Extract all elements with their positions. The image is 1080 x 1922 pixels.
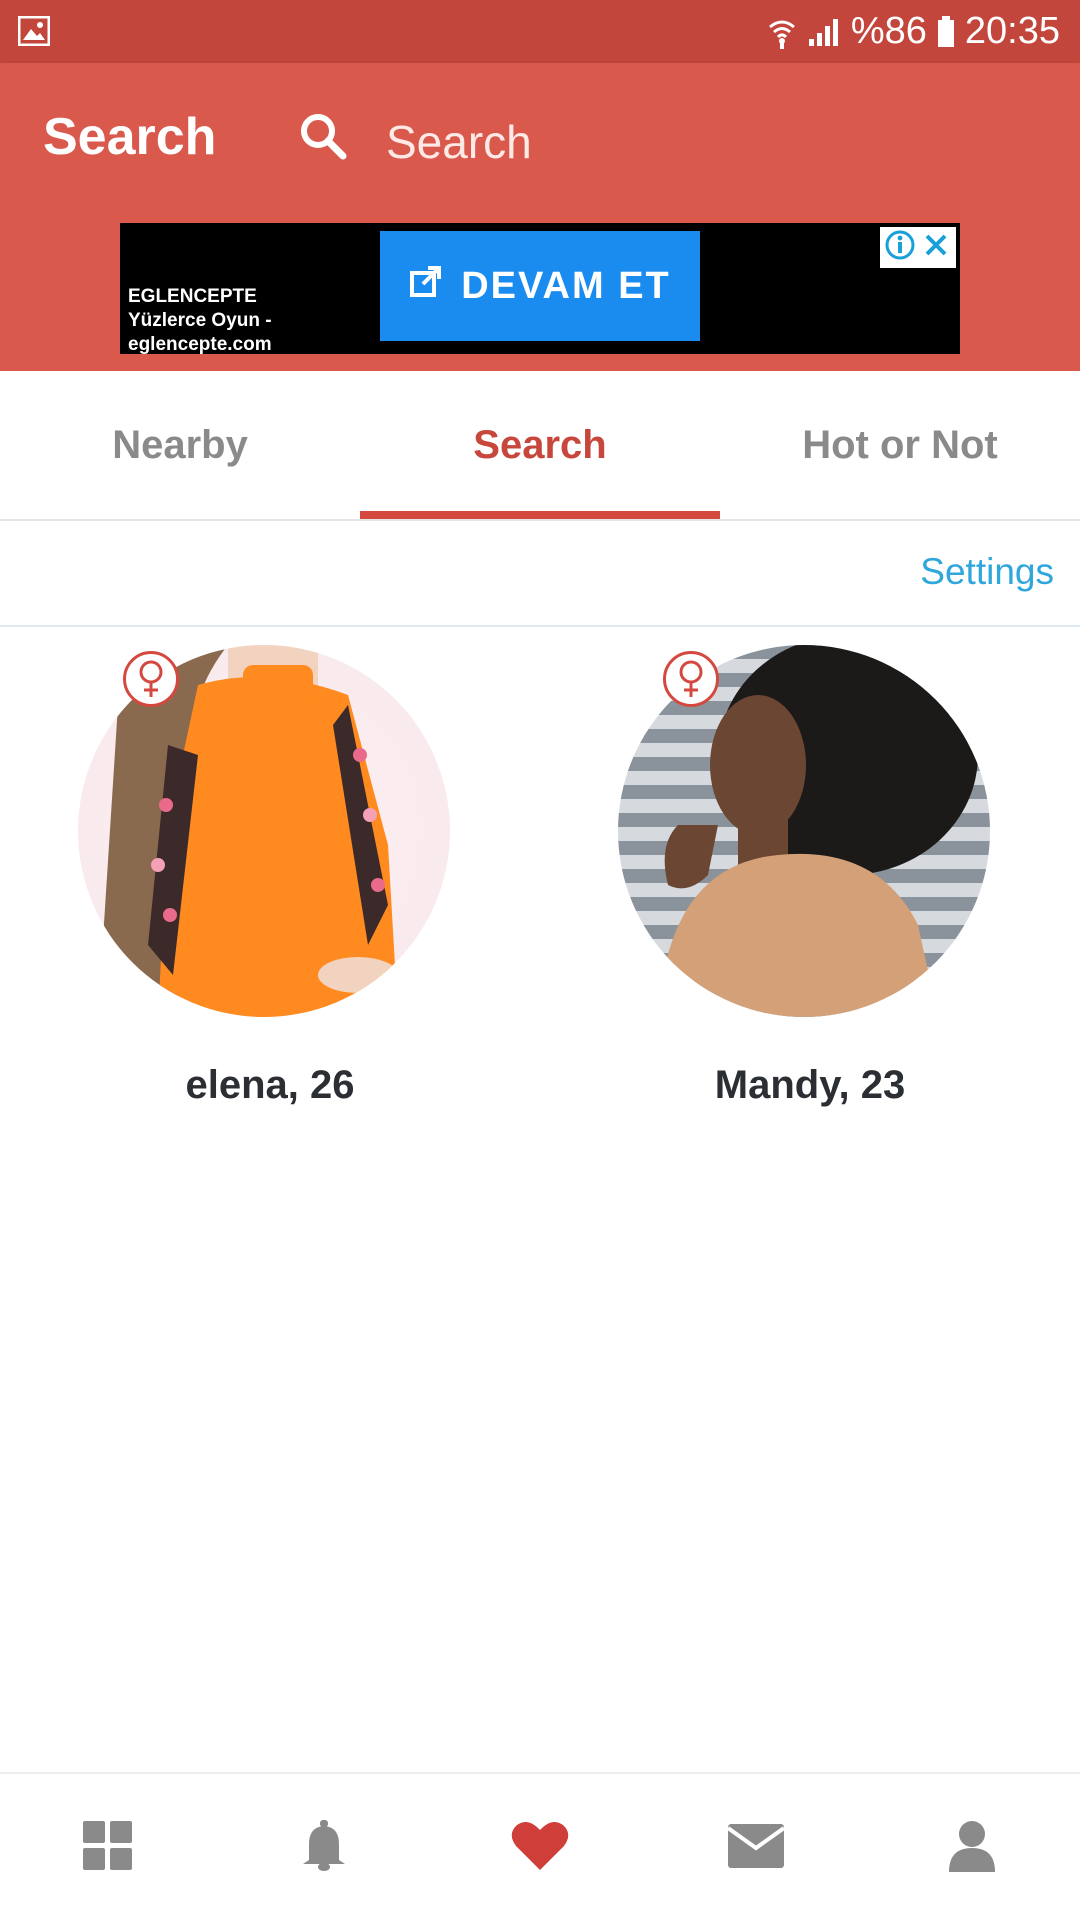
gallery-notification-icon (17, 15, 51, 51)
battery-icon (937, 15, 955, 48)
heart-icon (511, 1820, 569, 1877)
nav-profile[interactable] (864, 1774, 1080, 1922)
female-icon (123, 651, 179, 707)
nav-messages[interactable] (648, 1774, 864, 1922)
ad-close-icon[interactable] (920, 229, 952, 266)
ad-banner[interactable]: EGLENCEPTE Yüzlerce Oyun - eglencepte.co… (120, 223, 960, 354)
person-icon (949, 1820, 995, 1877)
tab-bar: Nearby Search Hot or Not (0, 371, 1080, 521)
external-link-icon (409, 264, 443, 308)
nav-matches[interactable] (432, 1774, 648, 1922)
female-icon (663, 651, 719, 707)
status-bar: %86 20:35 (0, 0, 1080, 63)
bottom-navigation (0, 1772, 1080, 1922)
grid-icon (83, 1820, 133, 1876)
wifi-icon (767, 15, 797, 49)
search-input[interactable] (386, 107, 946, 177)
ad-choices[interactable] (880, 227, 956, 268)
ad-info-icon[interactable] (884, 229, 916, 266)
tab-hot-or-not-label: Hot or Not (802, 422, 998, 467)
settings-link[interactable]: Settings (920, 551, 1054, 593)
ad-cta-label: DEVAM ET (461, 264, 671, 307)
mail-icon (726, 1823, 786, 1873)
active-tab-indicator (360, 511, 720, 519)
page-title: Search (43, 108, 217, 166)
ad-brand-text: EGLENCEPTE Yüzlerce Oyun - eglencepte.co… (128, 286, 272, 354)
signal-icon (807, 17, 841, 47)
profile-name: Mandy, 23 (714, 1063, 906, 1107)
search-icon[interactable] (296, 109, 350, 168)
app-bar: Search EGLENCEPTE Yüzlerce Oyun - eglenc… (0, 63, 1080, 371)
tab-search[interactable]: Search (360, 371, 720, 519)
bell-icon (301, 1819, 347, 1877)
nav-notifications[interactable] (216, 1774, 432, 1922)
nav-dashboard[interactable] (0, 1774, 216, 1922)
tab-search-label: Search (473, 422, 607, 467)
clock: 20:35 (964, 10, 1060, 52)
filter-bar: Settings (0, 521, 1080, 627)
tab-hot-or-not[interactable]: Hot or Not (720, 371, 1080, 519)
battery-percent: %86 (850, 10, 927, 52)
ad-cta-button[interactable]: DEVAM ET (380, 231, 700, 341)
profile-name: elena, 26 (185, 1063, 355, 1107)
tab-nearby-label: Nearby (112, 422, 248, 467)
tab-nearby[interactable]: Nearby (0, 371, 360, 519)
